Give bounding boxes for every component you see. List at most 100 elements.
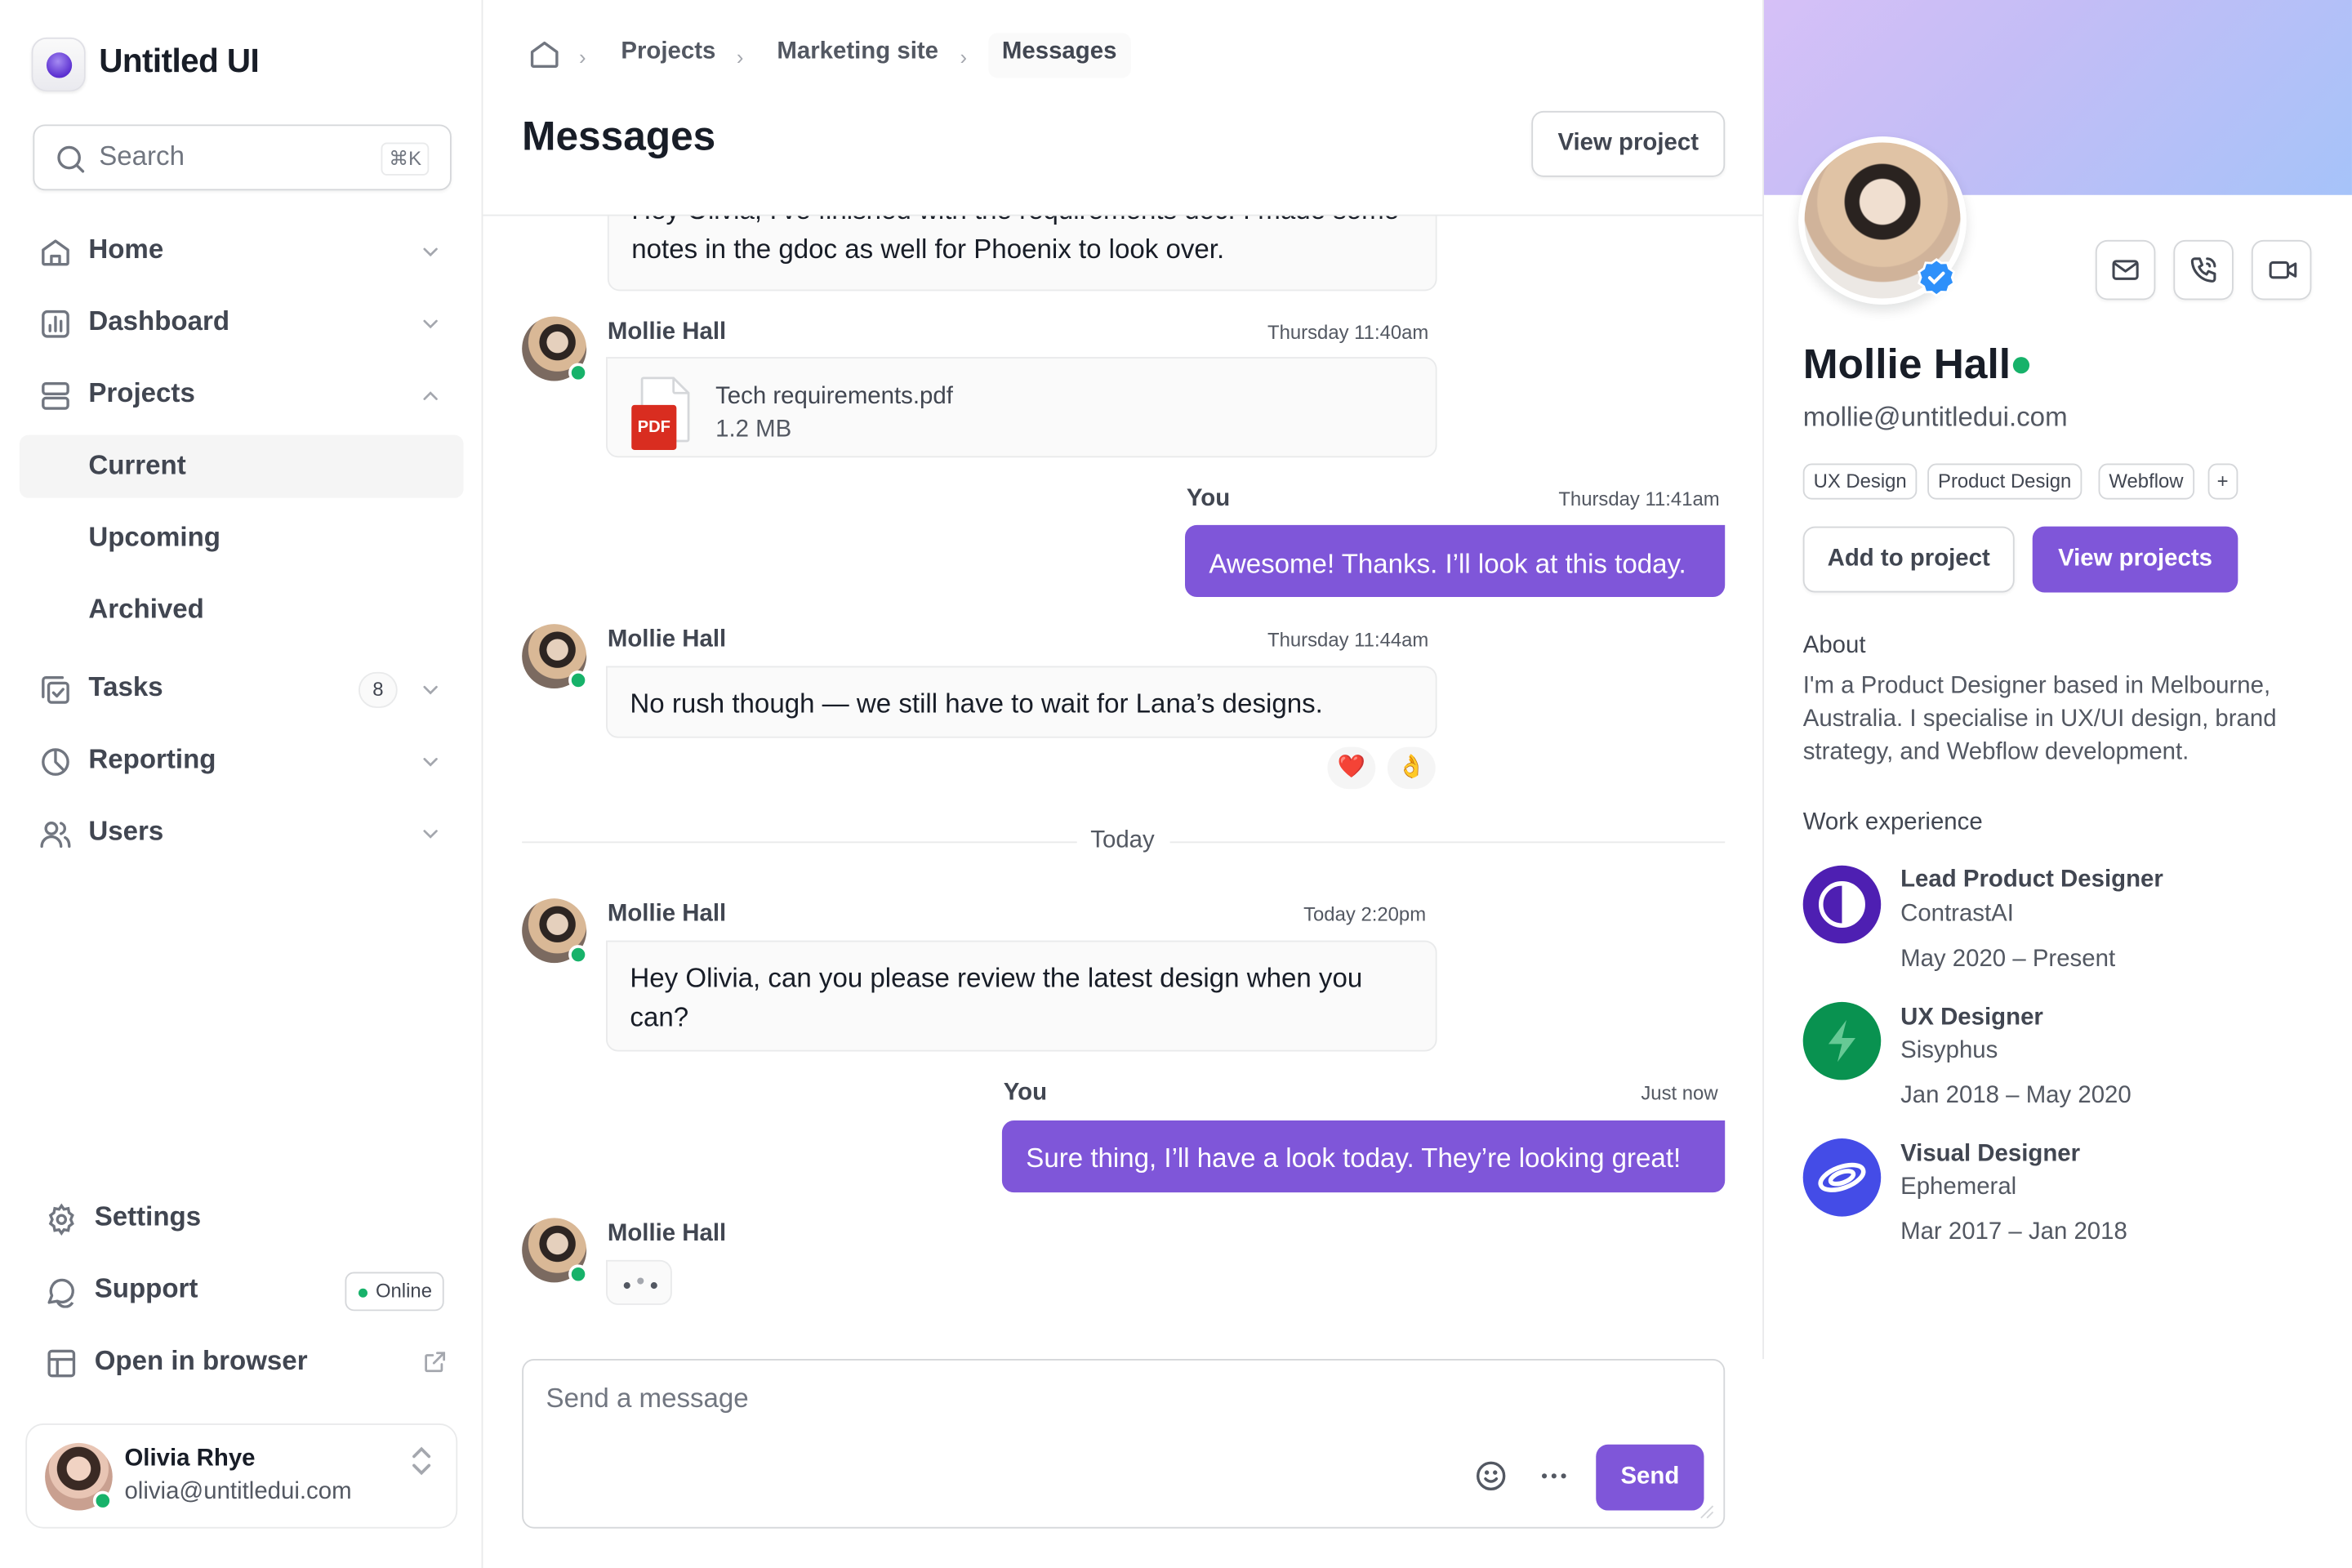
sidebar-subitem-archived[interactable]: Archived — [20, 579, 464, 642]
phone-icon — [2190, 257, 2216, 283]
resize-handle-icon[interactable] — [1696, 1502, 1714, 1520]
account-name: Olivia Rhye — [124, 1446, 256, 1472]
more-horizontal-icon[interactable] — [1538, 1459, 1570, 1492]
sidebar-item-settings[interactable]: Settings — [25, 1187, 470, 1253]
sidebar-item-home[interactable]: Home — [20, 219, 464, 285]
online-indicator — [92, 1490, 113, 1511]
check-square-icon — [42, 676, 69, 704]
chevron-down-icon — [423, 685, 438, 695]
sidebar: Untitled UI Search ⌘K Home Dashboard Pro… — [0, 0, 483, 1568]
external-link-icon — [425, 1352, 446, 1373]
browser-icon — [47, 1349, 76, 1378]
online-indicator — [568, 945, 588, 964]
sidebar-item-projects[interactable]: Projects — [20, 363, 464, 429]
users-icon — [40, 822, 71, 849]
sidebar-item-dashboard[interactable]: Dashboard — [20, 291, 464, 357]
sidebar-item-label: Tasks — [88, 671, 163, 702]
online-indicator — [568, 670, 588, 690]
breadcrumb-current[interactable]: Messages — [988, 33, 1130, 78]
about-text: I'm a Product Designer based in Melbourn… — [1802, 673, 2277, 765]
page-title: Messages — [522, 114, 716, 159]
skill-tag: UX Design — [1802, 463, 1918, 500]
video-icon — [2269, 261, 2297, 279]
sidebar-item-label: Archived — [88, 594, 204, 625]
sender-name: You — [1003, 1080, 1048, 1106]
message-input[interactable]: Send a message — [546, 1383, 749, 1414]
sidebar-item-reporting[interactable]: Reporting — [20, 729, 464, 795]
online-indicator — [568, 1264, 588, 1285]
ok-hand-reaction[interactable]: 👌 — [1387, 746, 1436, 790]
typing-indicator — [606, 1259, 672, 1305]
online-indicator — [2012, 357, 2030, 374]
job-title: Visual Designer — [1900, 1141, 2081, 1167]
message-bubble: Sure thing, I’ll have a look today. They… — [1001, 1120, 1726, 1193]
sidebar-item-label: Users — [88, 816, 164, 846]
message-bubble: Awesome! Thanks. I’ll look at this today… — [1184, 524, 1726, 598]
file-attachment[interactable]: PDF Tech requirements.pdf 1.2 MB — [606, 357, 1437, 458]
view-project-button[interactable]: View project — [1531, 110, 1726, 177]
sidebar-item-support[interactable]: Support Online — [25, 1258, 470, 1325]
email-button[interactable] — [2095, 239, 2156, 301]
account-card[interactable]: Olivia Rhye olivia@untitledui.com — [25, 1423, 458, 1529]
layers-icon — [42, 382, 69, 410]
home-icon — [42, 239, 69, 266]
sender-name: Mollie Hall — [607, 1221, 727, 1247]
profile-email[interactable]: mollie@untitledui.com — [1803, 402, 2068, 434]
sidebar-item-label: Open in browser — [94, 1345, 308, 1376]
mail-icon — [2112, 260, 2139, 280]
skill-tag: Product Design — [1927, 463, 2082, 500]
chevron-down-icon — [423, 319, 438, 329]
sidebar-item-open-browser[interactable]: Open in browser — [25, 1330, 470, 1396]
gear-icon — [48, 1203, 74, 1236]
sender-name: Mollie Hall — [607, 319, 727, 345]
call-button[interactable] — [2173, 239, 2234, 301]
sidebar-subitem-upcoming[interactable]: Upcoming — [20, 507, 464, 570]
typing-dots-icon — [623, 1277, 657, 1290]
message-bubble: No rush though — we still have to wait f… — [606, 666, 1437, 738]
video-call-button[interactable] — [2251, 239, 2312, 301]
sidebar-item-label: Settings — [94, 1201, 202, 1232]
job-dates: Mar 2017 – Jan 2018 — [1900, 1219, 2127, 1245]
sidebar-item-label: Upcoming — [88, 522, 220, 552]
home-icon[interactable] — [528, 36, 561, 72]
job-company: Sisyphus — [1900, 1037, 1998, 1064]
chevron-right-icon: › — [960, 45, 968, 69]
sender-name: Mollie Hall — [607, 626, 727, 653]
view-projects-button[interactable]: View projects — [2032, 526, 2238, 593]
brand-name: Untitled UI — [99, 42, 260, 80]
search-shortcut: ⌘K — [381, 142, 430, 176]
message-time: Thursday 11:44am — [1267, 628, 1429, 652]
bar-chart-icon — [42, 310, 69, 338]
message-bubble: Hey Olivia, can you please review the la… — [606, 940, 1437, 1052]
message-composer[interactable]: Send a message Send — [522, 1359, 1726, 1529]
sidebar-item-label: Projects — [88, 377, 195, 408]
breadcrumb-item[interactable]: Marketing site — [777, 39, 938, 66]
add-to-project-button[interactable]: Add to project — [1802, 526, 2015, 593]
verified-badge-icon — [1918, 258, 1956, 297]
sidebar-item-users[interactable]: Users — [20, 801, 464, 867]
ephemeral-logo-icon — [1802, 1138, 1882, 1217]
sender-name: Mollie Hall — [607, 901, 727, 928]
sisyphus-logo-icon — [1802, 1001, 1882, 1080]
search-placeholder: Search — [99, 140, 185, 172]
logo-icon — [31, 37, 86, 92]
chevron-down-icon — [423, 758, 438, 767]
message-time: Thursday 11:41am — [1558, 487, 1720, 510]
date-divider-line — [1169, 841, 1726, 844]
emoji-icon[interactable] — [1474, 1459, 1507, 1492]
chevron-down-icon — [423, 830, 438, 839]
heart-reaction[interactable]: ❤️ — [1327, 746, 1376, 790]
file-size: 1.2 MB — [715, 416, 792, 443]
breadcrumb-item[interactable]: Projects — [621, 39, 715, 66]
add-tag-button[interactable]: + — [2207, 463, 2238, 500]
online-indicator — [568, 363, 588, 383]
send-button[interactable]: Send — [1596, 1444, 1704, 1511]
job-dates: Jan 2018 – May 2020 — [1900, 1083, 2132, 1109]
chevron-down-icon — [423, 247, 438, 257]
sidebar-item-tasks[interactable]: Tasks 8 — [20, 657, 464, 723]
chevron-right-icon: › — [736, 45, 744, 69]
support-status-badge: Online — [345, 1272, 444, 1312]
sidebar-subitem-current[interactable]: Current — [19, 434, 464, 498]
search-input[interactable]: Search ⌘K — [33, 124, 452, 191]
sidebar-item-label: Current — [88, 450, 186, 480]
